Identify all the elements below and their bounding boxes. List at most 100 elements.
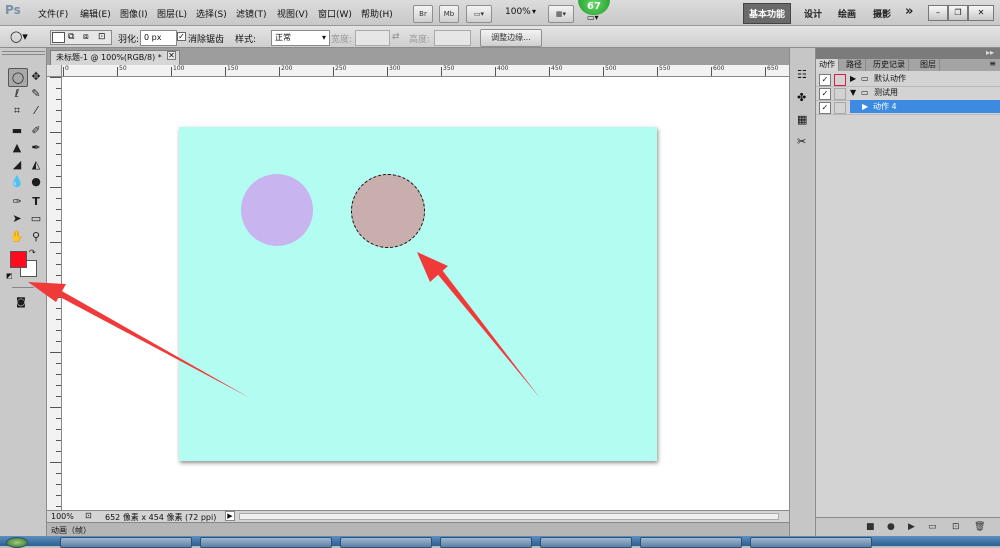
- menu-filter[interactable]: 滤镜(T): [236, 7, 267, 20]
- purple-circle-shape[interactable]: [241, 174, 313, 246]
- action-set-test[interactable]: ✓ ▼ ▭ 测试用: [816, 86, 1000, 101]
- document-tab[interactable]: 未标题-1 @ 100%(RGB/8) *: [50, 50, 180, 65]
- menu-view[interactable]: 视图(V): [277, 7, 308, 20]
- spot-healing-icon[interactable]: ▬: [8, 122, 26, 139]
- quick-mask-icon[interactable]: ◙: [12, 294, 30, 311]
- document-canvas[interactable]: [179, 127, 657, 461]
- dialog-toggle-icon[interactable]: [834, 74, 846, 86]
- subtract-selection-icon[interactable]: ⧈: [83, 32, 89, 42]
- taskbar-item[interactable]: [750, 537, 872, 548]
- antialias-checkbox[interactable]: ✓: [177, 32, 186, 41]
- expand-triangle-icon[interactable]: ▶: [850, 72, 856, 85]
- workspace-more-icon[interactable]: »: [905, 4, 913, 19]
- workspace-painting[interactable]: 绘画: [838, 7, 856, 20]
- dialog-toggle-icon[interactable]: [834, 88, 846, 100]
- tool-presets-icon[interactable]: ✂: [797, 135, 806, 148]
- eyedropper-icon[interactable]: ⁄: [27, 102, 45, 119]
- path-selection-icon[interactable]: ➤: [8, 210, 26, 227]
- menu-layer[interactable]: 图层(L): [157, 7, 187, 20]
- collapse-triangle-icon[interactable]: ▼: [850, 86, 856, 99]
- actions-panel-icon[interactable]: ☷: [797, 68, 807, 81]
- zoom-dropdown-icon[interactable]: ▾: [532, 7, 536, 16]
- stop-icon[interactable]: ■: [866, 522, 875, 532]
- history-brush-icon[interactable]: ✒: [27, 139, 45, 156]
- workspace-essentials[interactable]: 基本功能: [743, 3, 792, 24]
- clone-stamp-icon[interactable]: ▲: [8, 139, 26, 156]
- action-set-default[interactable]: ✓ ▶ ▭ 默认动作: [816, 72, 1000, 87]
- arrange-documents-button[interactable]: ▦▾: [548, 5, 574, 23]
- height-input[interactable]: [434, 30, 471, 46]
- animation-tab[interactable]: 动画（帧）: [51, 525, 91, 536]
- menu-file[interactable]: 文件(F): [38, 7, 68, 20]
- foreground-color-swatch[interactable]: [10, 251, 27, 268]
- horizontal-scrollbar[interactable]: [239, 513, 779, 520]
- start-button[interactable]: [6, 537, 28, 548]
- menu-window[interactable]: 窗口(W): [318, 7, 352, 20]
- action-item-selected[interactable]: ✓ ▶ 动作 4: [816, 100, 1000, 115]
- zoom-level[interactable]: 100%: [505, 7, 531, 17]
- swap-colors-icon[interactable]: ↷: [29, 248, 36, 257]
- record-icon[interactable]: ●: [887, 522, 895, 532]
- swap-dimensions-icon[interactable]: ⇄: [392, 32, 400, 42]
- rectangle-tool-icon[interactable]: ▭: [27, 210, 45, 227]
- mini-bridge-button[interactable]: Mb: [439, 5, 459, 23]
- refine-edge-button[interactable]: 调整边缘...: [480, 29, 542, 47]
- new-selection-icon[interactable]: [52, 32, 65, 43]
- taskbar-item[interactable]: [200, 537, 332, 548]
- panel-header[interactable]: ▸▸: [816, 48, 1000, 59]
- expand-triangle-icon[interactable]: ▶: [862, 100, 868, 113]
- tab-history[interactable]: 历史记录: [870, 59, 909, 71]
- history-panel-icon[interactable]: ▦: [797, 113, 807, 126]
- selected-circle-shape[interactable]: [351, 174, 425, 248]
- move-tool-icon[interactable]: ✥: [27, 68, 45, 85]
- taskbar-item[interactable]: [340, 537, 432, 548]
- action-toggle-checkbox[interactable]: ✓: [819, 102, 831, 114]
- canvas-workspace[interactable]: [62, 77, 789, 510]
- collapse-panel-icon[interactable]: ▸▸: [986, 48, 994, 57]
- type-tool-icon[interactable]: T: [27, 193, 45, 210]
- play-icon[interactable]: ▶: [908, 522, 915, 532]
- menu-edit[interactable]: 编辑(E): [80, 7, 111, 20]
- menu-image[interactable]: 图像(I): [120, 7, 148, 20]
- dodge-icon[interactable]: ●: [27, 173, 45, 190]
- brush-icon[interactable]: ✐: [27, 122, 45, 139]
- dialog-toggle-icon[interactable]: [834, 102, 846, 114]
- status-options-icon[interactable]: ⊡: [85, 511, 92, 520]
- hand-icon[interactable]: ✋: [8, 228, 26, 245]
- close-tab-icon[interactable]: ✕: [167, 51, 176, 60]
- tab-layers[interactable]: 图层: [917, 59, 940, 71]
- tab-paths[interactable]: 路径: [843, 59, 866, 71]
- status-zoom[interactable]: 100%: [51, 512, 74, 521]
- ellipse-marquee-preset-icon[interactable]: ◯▾: [10, 30, 28, 43]
- paths-panel-icon[interactable]: ✤: [797, 91, 806, 104]
- ruler-origin[interactable]: [47, 65, 62, 77]
- panel-menu-icon[interactable]: ≡: [989, 59, 996, 68]
- pen-icon[interactable]: ✑: [8, 193, 26, 210]
- menu-help[interactable]: 帮助(H): [361, 7, 393, 20]
- taskbar-item[interactable]: [540, 537, 632, 548]
- action-toggle-checkbox[interactable]: ✓: [819, 88, 831, 100]
- tab-actions[interactable]: 动作: [816, 59, 839, 71]
- blur-icon[interactable]: 💧: [8, 173, 26, 190]
- workspace-photography[interactable]: 摄影: [873, 7, 891, 20]
- minimize-icon[interactable]: –: [928, 5, 948, 21]
- paint-bucket-icon[interactable]: ◭: [27, 156, 45, 173]
- menu-select[interactable]: 选择(S): [196, 7, 227, 20]
- restore-icon[interactable]: ❐: [948, 5, 968, 21]
- default-colors-icon[interactable]: ◩: [6, 272, 13, 280]
- workspace-design[interactable]: 设计: [804, 7, 822, 20]
- status-menu-icon[interactable]: ▶: [225, 511, 235, 521]
- crop-icon[interactable]: ⌗: [8, 102, 26, 119]
- intersect-selection-icon[interactable]: ⊡: [98, 32, 106, 42]
- add-selection-icon[interactable]: ⧉: [68, 32, 74, 42]
- delete-icon[interactable]: 🗑: [974, 522, 985, 532]
- horizontal-ruler[interactable]: 0501001502002503003504004505005506006507…: [62, 65, 789, 77]
- quick-select-icon[interactable]: ✎: [27, 85, 45, 102]
- style-select[interactable]: 正常 ▾: [271, 30, 330, 46]
- bridge-button[interactable]: Br: [413, 5, 433, 23]
- width-input[interactable]: [355, 30, 390, 46]
- new-action-icon[interactable]: ⊡: [952, 522, 960, 532]
- view-extras-button[interactable]: ▭▾: [466, 5, 492, 23]
- action-toggle-checkbox[interactable]: ✓: [819, 74, 831, 86]
- close-icon[interactable]: ✕: [968, 5, 994, 21]
